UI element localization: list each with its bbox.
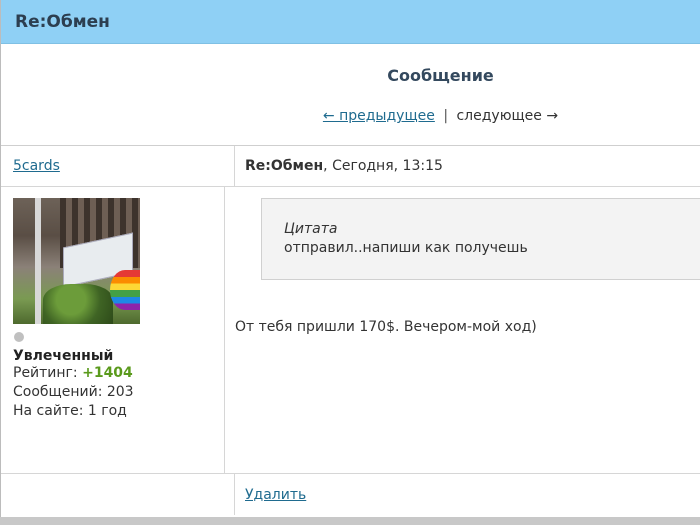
post-meta-cell: Re:Обмен, Сегодня, 13:15 <box>235 146 700 187</box>
message-pager: ← предыдущее | следующее → <box>1 108 700 124</box>
post-table: 5cards Re:Обмен, Сегодня, 13:15 Увлеченн… <box>1 145 700 515</box>
online-status-icon <box>14 332 24 342</box>
avatar-bush-shape <box>43 284 113 324</box>
footer-actions-cell: Удалить <box>235 474 700 515</box>
message-text: От тебя пришли 170$. Вечером-мой ход) <box>235 319 537 335</box>
pager-separator: | <box>443 108 449 124</box>
quote-text: отправил..напиши как получешь <box>284 240 528 256</box>
quote-title: Цитата <box>284 221 338 237</box>
user-rank: Увлеченный <box>13 348 114 364</box>
user-info-cell: Увлеченный Рейтинг: +1404 Сообщений: 203… <box>1 187 225 473</box>
title-bar: Re:Обмен <box>1 0 700 44</box>
quote-block: Цитата отправил..напиши как получешь <box>261 198 700 280</box>
user-rating: Рейтинг: +1404 <box>13 364 224 383</box>
rating-label: Рейтинг: <box>13 365 83 381</box>
user-message-count: Сообщений: 203 <box>13 384 134 400</box>
post-body-row: Увлеченный Рейтинг: +1404 Сообщений: 203… <box>1 187 700 474</box>
author-link[interactable]: 5cards <box>13 158 60 174</box>
post-footer-row: Удалить <box>1 474 700 515</box>
post-subject: Re:Обмен <box>245 158 324 174</box>
next-message-label[interactable]: следующее → <box>456 108 558 124</box>
post-content-cell: Цитата отправил..напиши как получешь От … <box>225 187 700 473</box>
message-header: Сообщение ← предыдущее | следующее → <box>1 44 700 146</box>
window-title: Re:Обмен <box>15 11 110 32</box>
delete-link[interactable]: Удалить <box>245 487 306 503</box>
message-window: Re:Обмен Сообщение ← предыдущее | следую… <box>0 0 700 517</box>
avatar[interactable] <box>13 198 140 324</box>
avatar-pole-shape <box>35 198 41 324</box>
page-title: Сообщение <box>387 66 494 85</box>
post-time: , Сегодня, 13:15 <box>323 158 443 174</box>
author-cell: 5cards <box>1 145 235 187</box>
post-meta: Re:Обмен, Сегодня, 13:15 <box>245 158 443 174</box>
user-time-on-site: На сайте: 1 год <box>13 403 127 419</box>
rating-value: +1404 <box>82 365 133 381</box>
previous-message-link[interactable]: ← предыдущее <box>323 108 435 124</box>
avatar-rainbow-shape <box>110 270 140 310</box>
footer-left-cell <box>1 474 235 515</box>
post-header-row: 5cards Re:Обмен, Сегодня, 13:15 <box>1 145 700 187</box>
